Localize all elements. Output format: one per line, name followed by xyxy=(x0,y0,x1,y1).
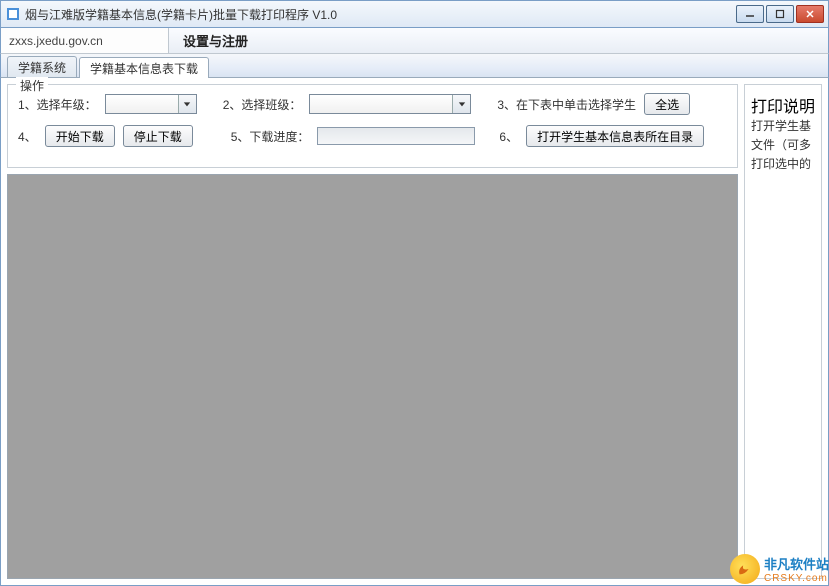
start-download-button[interactable]: 开始下载 xyxy=(45,125,115,147)
open-directory-button[interactable]: 打开学生基本信息表所在目录 xyxy=(526,125,704,147)
label-6: 6、 xyxy=(499,128,518,145)
watermark: 非凡软件站 CRSKY.com xyxy=(730,554,829,584)
operations-group: 操作 1、选择年级： 2、选择班级： 3、在 xyxy=(7,84,738,168)
settings-register-button[interactable]: 设置与注册 xyxy=(169,28,262,53)
print-text-line: 打开学生基 xyxy=(751,117,815,136)
close-button[interactable] xyxy=(796,5,824,23)
print-text-line: 打印选中的 xyxy=(751,155,815,174)
label-select-class: 2、选择班级： xyxy=(223,96,302,113)
label-progress: 5、下载进度： xyxy=(231,128,310,145)
watermark-name: 非凡软件站 xyxy=(764,554,829,573)
chevron-down-icon xyxy=(452,95,470,113)
maximize-button[interactable] xyxy=(766,5,794,23)
address-display: zxxs.jxedu.gov.cn xyxy=(1,28,169,53)
chevron-down-icon xyxy=(178,95,196,113)
tab-xueji-system[interactable]: 学籍系统 xyxy=(7,56,77,77)
select-all-button[interactable]: 全选 xyxy=(644,93,690,115)
toolbar: zxxs.jxedu.gov.cn 设置与注册 xyxy=(0,28,829,54)
title-bar: 烟与江难版学籍基本信息(学籍卡片)批量下载打印程序 V1.0 xyxy=(0,0,829,28)
label-select-student: 3、在下表中单击选择学生 xyxy=(497,96,636,113)
content-area: 操作 1、选择年级： 2、选择班级： 3、在 xyxy=(0,78,829,586)
watermark-logo-icon xyxy=(730,554,760,584)
print-instructions-group: 打印说明 打开学生基 文件（可多 打印选中的 xyxy=(744,84,822,579)
label-4: 4、 xyxy=(18,128,37,145)
class-combobox[interactable] xyxy=(309,94,471,114)
tab-download-info[interactable]: 学籍基本信息表下载 xyxy=(79,57,209,78)
print-text-line: 文件（可多 xyxy=(751,136,815,155)
app-icon xyxy=(5,6,21,22)
watermark-url: CRSKY.com xyxy=(764,573,829,584)
minimize-button[interactable] xyxy=(736,5,764,23)
download-progress-bar xyxy=(317,127,475,145)
document-viewer[interactable] xyxy=(7,174,738,579)
label-select-grade: 1、选择年级： xyxy=(18,96,97,113)
print-instructions-legend: 打印说明 xyxy=(751,99,815,116)
window-controls xyxy=(736,5,824,23)
window-title: 烟与江难版学籍基本信息(学籍卡片)批量下载打印程序 V1.0 xyxy=(25,6,736,23)
grade-combobox[interactable] xyxy=(105,94,197,114)
tab-strip: 学籍系统 学籍基本信息表下载 xyxy=(0,54,829,78)
operations-legend: 操作 xyxy=(16,77,48,94)
stop-download-button[interactable]: 停止下载 xyxy=(123,125,193,147)
